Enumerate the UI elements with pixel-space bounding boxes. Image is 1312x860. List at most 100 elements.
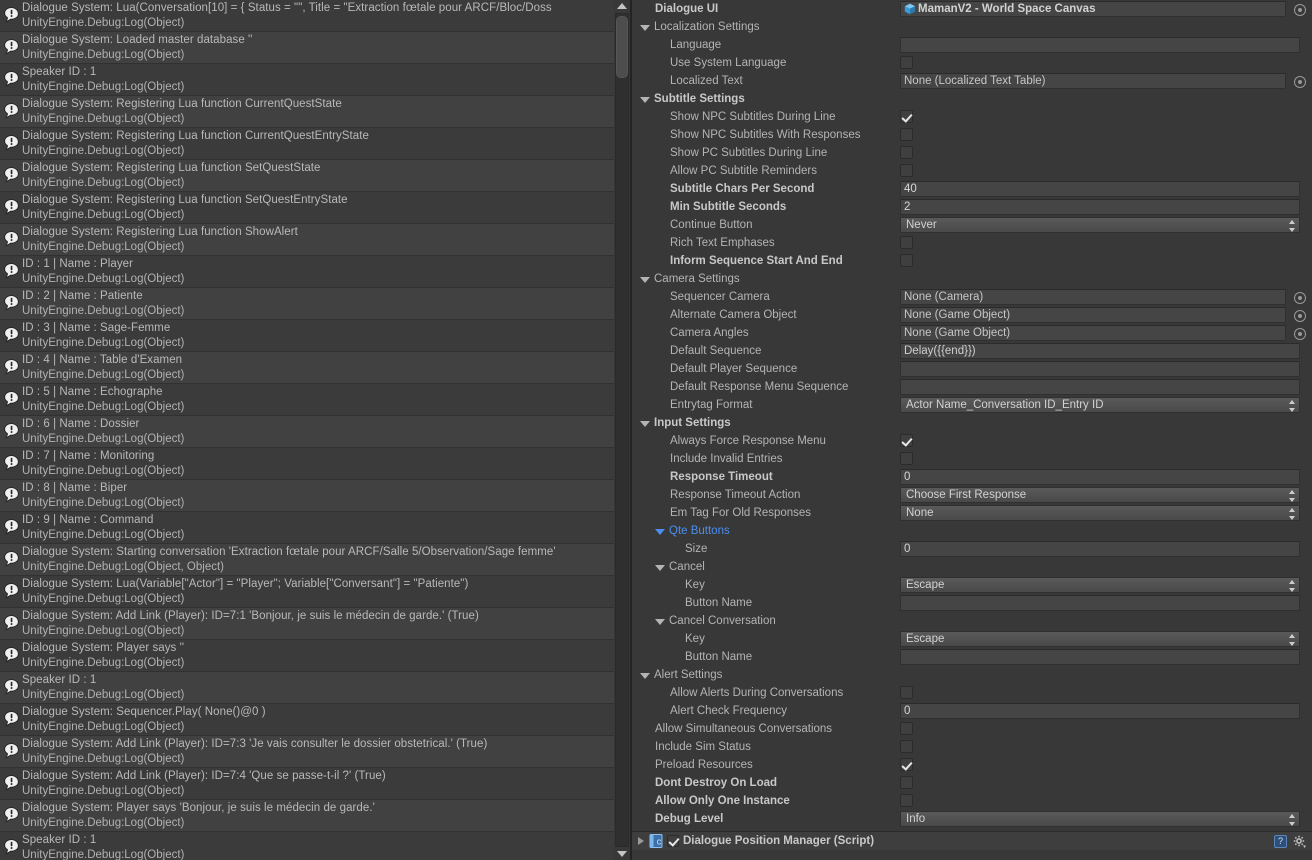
chevron-down-icon[interactable] — [640, 421, 650, 427]
scrollbar-track[interactable] — [615, 13, 629, 847]
scroll-down-arrow-icon[interactable] — [617, 851, 627, 857]
dropdown-debug-level[interactable]: Info — [900, 811, 1300, 827]
help-icon[interactable]: ? — [1274, 835, 1287, 848]
console-log-row[interactable]: ID : 3 | Name : Sage-Femme UnityEngine.De… — [0, 320, 614, 352]
console-log-row[interactable]: Dialogue System: Lua(Variable["Actor"] =… — [0, 576, 614, 608]
gear-icon[interactable] — [1293, 835, 1306, 848]
foldout-qte-buttons[interactable]: Qte Buttons — [632, 522, 1312, 540]
objectfield-camera-angles[interactable]: None (Game Object) — [900, 325, 1286, 341]
chevron-down-icon[interactable] — [640, 277, 650, 283]
dropdown-continue-button[interactable]: Never — [900, 217, 1300, 233]
objectfield-alternate-camera-object[interactable]: None (Game Object) — [900, 307, 1286, 323]
input-default-response-menu-sequence[interactable] — [900, 379, 1300, 395]
objectfield-localized-text[interactable]: None (Localized Text Table) — [900, 73, 1286, 89]
chevron-down-icon[interactable] — [655, 619, 665, 625]
object-picker-icon[interactable] — [1294, 310, 1306, 322]
chevron-updown-icon[interactable] — [1288, 508, 1295, 520]
dropdown-em-tag-for-old-responses[interactable]: None — [900, 505, 1300, 521]
dropdown-key[interactable]: Escape — [900, 577, 1300, 593]
console-log-row[interactable]: Speaker ID : 1 UnityEngine.Debug:Log(Obje… — [0, 64, 614, 96]
console-log-row[interactable]: Speaker ID : 1 UnityEngine.Debug:Log(Obje… — [0, 672, 614, 704]
console-log-row[interactable]: ID : 2 | Name : Patiente UnityEngine.Debu… — [0, 288, 614, 320]
console-log-row[interactable]: Dialogue System: Registering Lua functio… — [0, 160, 614, 192]
console-log-row[interactable]: Dialogue System: Player says 'Bonjour, j… — [0, 800, 614, 832]
chevron-down-icon[interactable] — [640, 25, 650, 31]
checkbox-allow-alerts-during-conversations[interactable] — [900, 686, 913, 699]
chevron-updown-icon[interactable] — [1288, 814, 1295, 826]
chevron-updown-icon[interactable] — [1288, 400, 1295, 412]
foldout-subtitle-settings[interactable]: Subtitle Settings — [632, 90, 1312, 108]
foldout-cancel[interactable]: Cancel — [632, 558, 1312, 576]
component-header-dialogue-position-manager[interactable]: c Dialogue Position Manager (Script) ? — [632, 831, 1312, 851]
chevron-down-icon[interactable] — [655, 565, 665, 571]
console-log-row[interactable]: Dialogue System: Player says '' UnityEngi… — [0, 640, 614, 672]
chevron-updown-icon[interactable] — [1288, 634, 1295, 646]
checkbox-rich-text-emphases[interactable] — [900, 236, 913, 249]
input-button-name[interactable] — [900, 595, 1300, 611]
input-default-sequence[interactable]: Delay({{end}}) — [900, 343, 1300, 359]
foldout-localization-settings[interactable]: Localization Settings — [632, 18, 1312, 36]
console-log-row[interactable]: ID : 9 | Name : Command UnityEngine.Debug… — [0, 512, 614, 544]
console-log-row[interactable]: ID : 8 | Name : Biper UnityEngine.Debug:L… — [0, 480, 614, 512]
checkbox-always-force-response-menu[interactable] — [900, 434, 913, 447]
checkbox-dont-destroy-on-load[interactable] — [900, 776, 913, 789]
console-log-row[interactable]: Dialogue System: Add Link (Player): ID=7… — [0, 608, 614, 640]
input-min-subtitle-seconds[interactable]: 2 — [900, 199, 1300, 215]
console-log-row[interactable]: Dialogue System: Add Link (Player): ID=7… — [0, 768, 614, 800]
console-log-row[interactable]: ID : 7 | Name : Monitoring UnityEngine.De… — [0, 448, 614, 480]
console-log-row[interactable]: Dialogue System: Starting conversation '… — [0, 544, 614, 576]
console-log-row[interactable]: Dialogue System: Add Link (Player): ID=7… — [0, 736, 614, 768]
input-size[interactable]: 0 — [900, 541, 1300, 557]
foldout-alert-settings[interactable]: Alert Settings — [632, 666, 1312, 684]
console-log-row[interactable]: ID : 5 | Name : Echographe UnityEngine.De… — [0, 384, 614, 416]
input-response-timeout[interactable]: 0 — [900, 469, 1300, 485]
console-log-row[interactable]: Dialogue System: Registering Lua functio… — [0, 224, 614, 256]
input-language[interactable] — [900, 37, 1300, 53]
foldout-cancel-conversation[interactable]: Cancel Conversation — [632, 612, 1312, 630]
checkbox-include-sim-status[interactable] — [900, 740, 913, 753]
checkbox-allow-pc-subtitle-reminders[interactable] — [900, 164, 913, 177]
chevron-updown-icon[interactable] — [1288, 580, 1295, 592]
object-picker-icon[interactable] — [1294, 328, 1306, 340]
object-picker-icon[interactable] — [1294, 4, 1306, 16]
checkbox-inform-sequence-start-and-end[interactable] — [900, 254, 913, 267]
objectfield-dialogue-ui[interactable]: MamanV2 - World Space Canvas — [900, 1, 1286, 17]
checkbox-show-npc-subtitles-with-responses[interactable] — [900, 128, 913, 141]
console-log-row[interactable]: Dialogue System: Loaded master database … — [0, 32, 614, 64]
input-button-name[interactable] — [900, 649, 1300, 665]
object-picker-icon[interactable] — [1294, 76, 1306, 88]
console-log-row[interactable]: Dialogue System: Sequencer.Play( None()@… — [0, 704, 614, 736]
chevron-right-icon[interactable] — [638, 837, 644, 845]
scrollbar-thumb[interactable] — [616, 16, 628, 78]
checkbox-show-npc-subtitles-during-line[interactable] — [900, 110, 913, 123]
console-log-row[interactable]: ID : 6 | Name : Dossier UnityEngine.Debug… — [0, 416, 614, 448]
checkbox-include-invalid-entries[interactable] — [900, 452, 913, 465]
checkbox-use-system-language[interactable] — [900, 56, 913, 69]
chevron-down-icon[interactable] — [640, 97, 650, 103]
chevron-updown-icon[interactable] — [1288, 490, 1295, 502]
objectfield-sequencer-camera[interactable]: None (Camera) — [900, 289, 1286, 305]
component-enabled-checkbox[interactable] — [667, 835, 679, 847]
console-log-row[interactable]: Dialogue System: Registering Lua functio… — [0, 128, 614, 160]
input-alert-check-frequency[interactable]: 0 — [900, 703, 1300, 719]
foldout-input-settings[interactable]: Input Settings — [632, 414, 1312, 432]
object-picker-icon[interactable] — [1294, 292, 1306, 304]
checkbox-allow-only-one-instance[interactable] — [900, 794, 913, 807]
console-log-list[interactable]: Dialogue System: Lua(Conversation[10] = … — [0, 0, 614, 860]
foldout-camera-settings[interactable]: Camera Settings — [632, 270, 1312, 288]
console-log-row[interactable]: Speaker ID : 1 UnityEngine.Debug:Log(Obje… — [0, 832, 614, 860]
console-log-row[interactable]: ID : 1 | Name : Player UnityEngine.Debug:… — [0, 256, 614, 288]
checkbox-show-pc-subtitles-during-line[interactable] — [900, 146, 913, 159]
console-log-row[interactable]: Dialogue System: Registering Lua functio… — [0, 192, 614, 224]
chevron-down-icon[interactable] — [640, 673, 650, 679]
console-log-row[interactable]: Dialogue System: Registering Lua functio… — [0, 96, 614, 128]
checkbox-allow-simultaneous-conversations[interactable] — [900, 722, 913, 735]
checkbox-preload-resources[interactable] — [900, 758, 913, 771]
dropdown-response-timeout-action[interactable]: Choose First Response — [900, 487, 1300, 503]
console-vertical-scrollbar[interactable] — [614, 0, 630, 860]
dropdown-entrytag-format[interactable]: Actor Name_Conversation ID_Entry ID — [900, 397, 1300, 413]
console-log-row[interactable]: ID : 4 | Name : Table d'Examen UnityEngin… — [0, 352, 614, 384]
chevron-down-icon[interactable] — [655, 529, 665, 535]
dropdown-key[interactable]: Escape — [900, 631, 1300, 647]
scroll-up-arrow-icon[interactable] — [617, 3, 627, 9]
